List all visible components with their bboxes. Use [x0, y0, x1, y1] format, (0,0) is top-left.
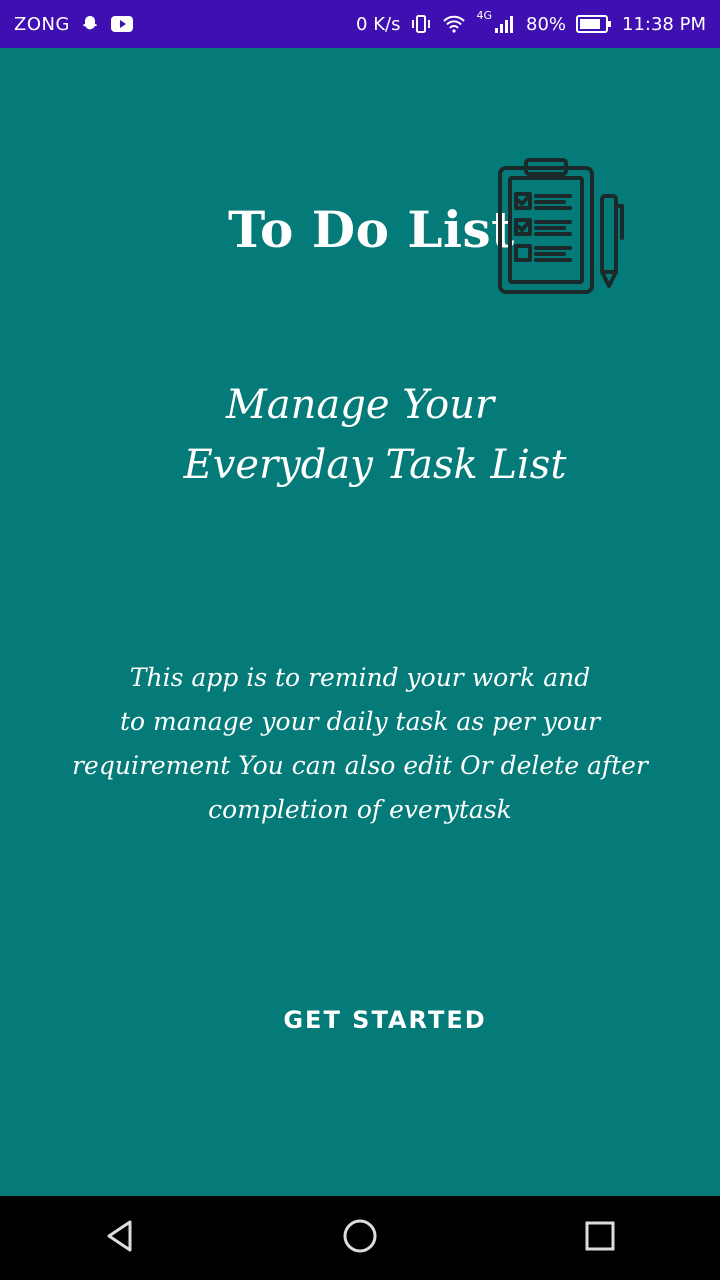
back-icon	[104, 1219, 136, 1257]
home-icon	[342, 1218, 378, 1258]
signal-icon	[494, 14, 516, 34]
recents-icon	[584, 1220, 616, 1256]
tagline: Manage Your Everyday Task List	[0, 375, 720, 495]
youtube-icon	[110, 14, 134, 34]
clock: 11:38 PM	[622, 13, 706, 35]
status-bar-right: 0 K/s 4G 80% 11:38 PM	[356, 9, 706, 35]
network-speed: 0 K/s	[356, 13, 401, 35]
get-started-button[interactable]: GET STARTED	[260, 995, 510, 1045]
snapchat-icon	[80, 14, 100, 34]
description-line: completion of everytask	[208, 795, 512, 824]
description-line: to manage your daily task as per your	[119, 707, 601, 736]
vibrate-icon	[410, 13, 432, 35]
home-button[interactable]	[320, 1196, 400, 1280]
header: To Do List	[0, 150, 720, 294]
tagline-line-1: Manage Your	[225, 382, 495, 428]
status-bar: ZONG 0 K/s 4G 80% 11:38 PM	[0, 0, 720, 48]
back-button[interactable]	[80, 1196, 160, 1280]
tagline-line-2: Everyday Task List	[183, 442, 567, 488]
carrier-name: ZONG	[14, 13, 70, 35]
navigation-bar	[0, 1196, 720, 1280]
recents-button[interactable]	[560, 1196, 640, 1280]
app-title: To Do List	[228, 200, 515, 259]
status-bar-left: ZONG	[14, 14, 134, 35]
clipboard-checklist-icon	[492, 156, 632, 300]
battery-percent: 80%	[526, 13, 567, 35]
wifi-icon	[442, 14, 466, 34]
description-line: This app is to remind your work and	[129, 663, 591, 692]
network-type: 4G	[476, 9, 492, 22]
app-description: This app is to remind your work and to m…	[0, 656, 720, 832]
description-line: requirement You can also edit Or delete …	[72, 751, 648, 780]
battery-icon	[576, 14, 612, 34]
